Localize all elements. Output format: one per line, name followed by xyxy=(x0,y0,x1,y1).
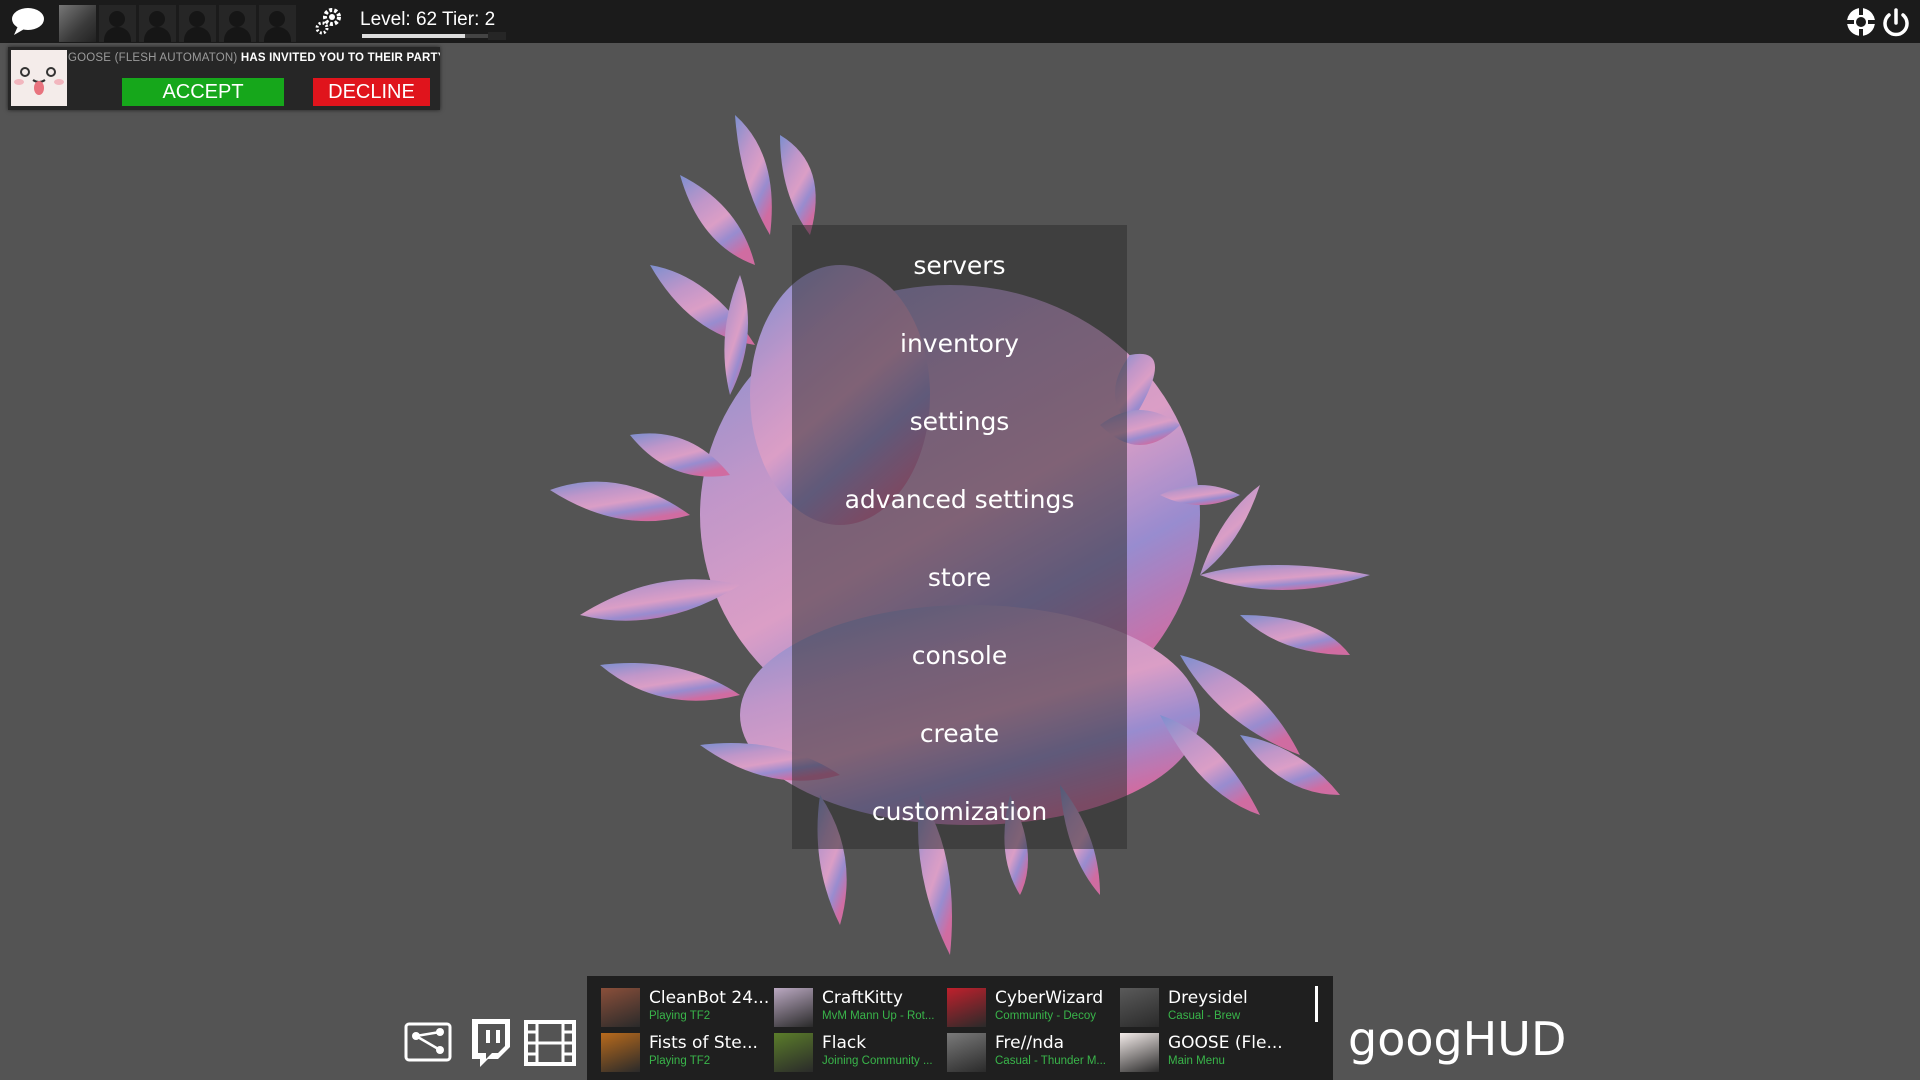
friend-avatar xyxy=(1120,1033,1159,1072)
friend-status: Playing TF2 xyxy=(649,1010,711,1022)
level-progress-fill xyxy=(362,34,466,38)
friend-status: Casual - Thunder M... xyxy=(995,1055,1107,1067)
party-invite-panel: GOOSE (FLESH AUTOMATON) HAS INVITED YOU … xyxy=(8,47,440,110)
friend-status: Main Menu xyxy=(1168,1055,1225,1067)
invite-message-text: HAS INVITED YOU TO THEIR PARTY xyxy=(237,52,440,64)
menu-item-servers[interactable]: servers xyxy=(792,237,1127,295)
friend-item[interactable]: Flack Joining Community ... xyxy=(760,1031,933,1075)
friend-avatar xyxy=(947,1033,986,1072)
friend-status: Joining Community ... xyxy=(822,1055,933,1067)
accept-button[interactable]: ACCEPT xyxy=(122,78,284,106)
friend-status: Community - Decoy xyxy=(995,1010,1096,1022)
hud-brand-label: googHUD xyxy=(1348,1012,1567,1066)
friend-avatar xyxy=(774,1033,813,1072)
friend-status: MvM Mann Up - Rot... xyxy=(822,1010,935,1022)
friend-item[interactable]: CyberWizard Community - Decoy xyxy=(933,986,1105,1030)
menu-item-console[interactable]: console xyxy=(792,627,1127,685)
friend-name: Fre//nda xyxy=(995,1033,1065,1053)
share-icon[interactable] xyxy=(404,1022,452,1062)
menu-item-settings[interactable]: settings xyxy=(792,393,1127,451)
friends-list: CleanBot 24... Playing TF2 CraftKitty Mv… xyxy=(587,976,1333,1080)
menu-item-store[interactable]: store xyxy=(792,549,1127,607)
player-avatar[interactable] xyxy=(59,5,96,42)
friend-name: Flack xyxy=(822,1033,867,1053)
top-bar: Level: 62 Tier: 2 xyxy=(0,0,1920,43)
main-menu: servers inventory settings advanced sett… xyxy=(792,225,1127,849)
friend-item[interactable]: CraftKitty MvM Mann Up - Rot... xyxy=(760,986,934,1030)
twitch-icon[interactable] xyxy=(468,1017,514,1067)
friend-name: CleanBot 24... xyxy=(649,988,770,1008)
inviter-name: GOOSE (FLESH AUTOMATON) xyxy=(68,52,238,64)
friend-item[interactable]: Dreysidel Casual - Brew xyxy=(1106,986,1278,1030)
friend-name: CyberWizard xyxy=(995,988,1104,1008)
friend-name: Dreysidel xyxy=(1168,988,1248,1008)
friend-item[interactable]: CleanBot 24... Playing TF2 xyxy=(587,986,769,1030)
power-icon[interactable] xyxy=(1880,7,1912,39)
friend-status: Playing TF2 xyxy=(649,1055,711,1067)
level-progress-bar xyxy=(362,34,488,38)
friend-avatar xyxy=(947,988,986,1027)
party-slot[interactable] xyxy=(219,5,256,42)
film-icon[interactable] xyxy=(524,1020,576,1066)
party-slot[interactable] xyxy=(259,5,296,42)
party-slot[interactable] xyxy=(179,5,216,42)
friend-item[interactable]: Fists of Ste... Playing TF2 xyxy=(587,1031,759,1075)
tf2-logo-icon[interactable] xyxy=(1845,6,1877,38)
level-bar-end xyxy=(488,32,506,40)
decline-button[interactable]: DECLINE xyxy=(313,78,430,106)
friend-avatar xyxy=(601,1033,640,1072)
friend-status: Casual - Brew xyxy=(1168,1010,1241,1022)
party-slot[interactable] xyxy=(139,5,176,42)
inviter-avatar xyxy=(11,50,67,106)
friends-scrollbar[interactable] xyxy=(1315,986,1318,1022)
level-text: Level: 62 Tier: 2 xyxy=(360,9,496,30)
menu-item-customization[interactable]: customization xyxy=(792,783,1127,841)
friend-name: Fists of Ste... xyxy=(649,1033,758,1053)
friend-item[interactable]: GOOSE (Fle... Main Menu xyxy=(1106,1031,1283,1075)
friend-name: CraftKitty xyxy=(822,988,903,1008)
menu-item-advanced-settings[interactable]: advanced settings xyxy=(792,471,1127,529)
friend-avatar xyxy=(1120,988,1159,1027)
friend-avatar xyxy=(601,988,640,1027)
menu-item-create[interactable]: create xyxy=(792,705,1127,763)
invite-message: GOOSE (FLESH AUTOMATON) HAS INVITED YOU … xyxy=(68,52,440,64)
chat-icon[interactable] xyxy=(10,6,46,36)
friend-name: GOOSE (Fle... xyxy=(1168,1033,1283,1053)
friend-item[interactable]: Fre//nda Casual - Thunder M... xyxy=(933,1031,1106,1075)
gear-icon[interactable] xyxy=(314,6,344,36)
friend-avatar xyxy=(774,988,813,1027)
party-slot[interactable] xyxy=(99,5,136,42)
menu-item-inventory[interactable]: inventory xyxy=(792,315,1127,373)
